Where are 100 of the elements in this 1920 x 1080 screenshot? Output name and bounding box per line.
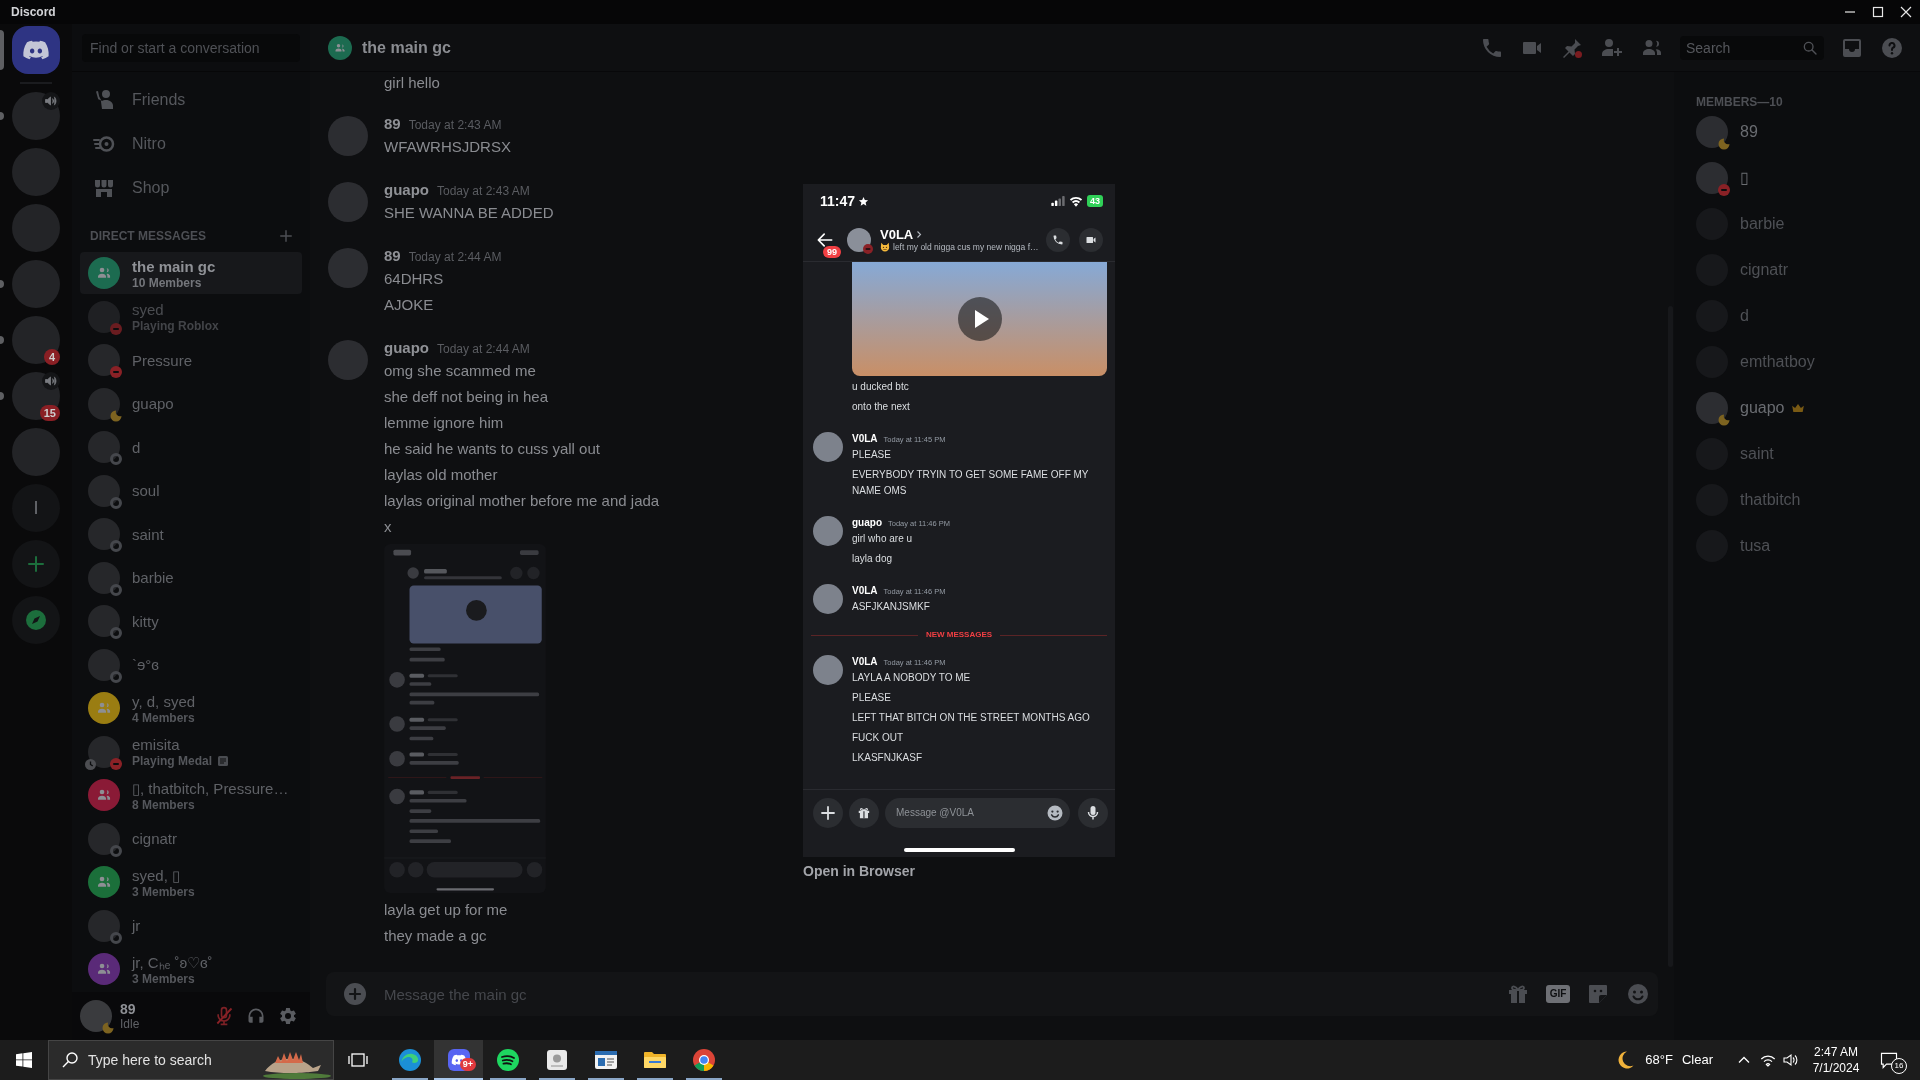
notification-count: 16: [1891, 1058, 1907, 1074]
close-icon[interactable]: [1900, 6, 1912, 18]
conversation-item[interactable]: `ɘ°ɞ: [80, 643, 302, 686]
search-field[interactable]: Search: [1680, 35, 1824, 60]
speaker-icon[interactable]: [1782, 1052, 1798, 1068]
conversation-item[interactable]: saint: [80, 513, 302, 555]
conversation-item[interactable]: the main gc 10 Members: [80, 252, 302, 294]
new-messages-label: NEW MESSAGES: [924, 629, 994, 641]
member-name: ▯: [1740, 168, 1749, 188]
conversation-item[interactable]: guapo: [80, 382, 302, 425]
home-button[interactable]: [12, 26, 60, 74]
explore-button[interactable]: [12, 596, 60, 644]
message-text: LKASFNJKASF: [852, 751, 924, 765]
conversation-item[interactable]: syed, ▯ 3 Members: [80, 861, 302, 903]
message-text: ASFJKANJSMKF: [852, 600, 931, 614]
conversation-item[interactable]: cignatr: [80, 817, 302, 860]
member-item[interactable]: ▯: [1696, 156, 1912, 200]
taskbar-app-button[interactable]: 9+: [434, 1040, 483, 1080]
settings-icon[interactable]: [278, 1006, 298, 1026]
message-text: EVERYBODY TRYIN TO GET SOME FAME OFF MY NAME OMS: [852, 468, 1090, 498]
avatar: [88, 300, 120, 333]
message-text: she deff not being in hea: [384, 387, 550, 407]
message-text: FUCK OUT: [852, 731, 905, 745]
server-button[interactable]: l: [12, 484, 60, 532]
play-icon[interactable]: [957, 297, 1002, 341]
member-item[interactable]: d: [1696, 294, 1912, 338]
conversation-item[interactable]: soul: [80, 469, 302, 512]
message-text: he said he wants to cuss yall out: [384, 439, 601, 459]
message-field[interactable]: Message @V0LA: [885, 797, 1070, 828]
message-text: layla get up for me: [384, 900, 509, 920]
message-text: PLEASE: [852, 448, 892, 462]
member-name: d: [1740, 306, 1749, 326]
microphone-icon[interactable]: [1078, 797, 1108, 828]
conversation-name: jr, Cₕₑ ˚ʚ♡ɞ˚: [132, 952, 213, 972]
task-view-icon: [348, 1052, 368, 1068]
phone-icon[interactable]: [1046, 227, 1070, 252]
add-server-button[interactable]: [12, 540, 60, 588]
message-text: laylas original mother before me and jada: [384, 491, 660, 511]
timestamp: Today at 2:44 AM: [437, 341, 530, 358]
search-icon: [1802, 39, 1818, 56]
message-text: onto the next: [852, 400, 911, 414]
conversation-item[interactable]: d: [80, 426, 302, 468]
open-in-browser-link[interactable]: Open in Browser: [803, 863, 916, 879]
nav-item[interactable]: Friends: [80, 78, 302, 122]
message-text: u ducked btc: [852, 380, 910, 394]
member-name: guapo: [1740, 398, 1785, 418]
star-icon: [858, 195, 870, 207]
cat-face-emoji-icon: [880, 242, 890, 252]
avatar: [88, 822, 120, 855]
member-item[interactable]: emthatboy: [1696, 340, 1912, 384]
headphones-icon[interactable]: [246, 1006, 266, 1026]
conversation-item[interactable]: jr, Cₕₑ ˚ʚ♡ɞ˚ 3 Members: [80, 948, 302, 990]
channel-title: the main gc: [362, 37, 451, 58]
member-item[interactable]: cignatr: [1696, 248, 1912, 292]
taskbar-search-field[interactable]: Type here to search: [48, 1040, 334, 1080]
clock-date: 7/1/2024: [1812, 1060, 1860, 1076]
conversation-name: y, d, syed: [132, 691, 196, 711]
nav-item[interactable]: Nitro: [80, 122, 302, 166]
search-field[interactable]: Find or start a conversation: [82, 33, 300, 62]
member-name: 89: [1740, 122, 1758, 142]
member-item[interactable]: 89: [1696, 110, 1912, 154]
gift-icon[interactable]: [849, 797, 879, 828]
conversation-name: `ɘ°ɞ: [132, 655, 159, 674]
timestamp: Today at 2:44 AM: [408, 249, 502, 266]
avatar: [328, 248, 368, 288]
contact-name: V0LA: [880, 226, 914, 242]
message-text: LEFT THAT BITCH ON THE STREET MONTHS AGO: [852, 711, 1091, 725]
conversation-item[interactable]: Pressure: [80, 339, 302, 381]
avatar: [88, 909, 120, 942]
emoji-icon[interactable]: [1046, 803, 1064, 822]
nav-item[interactable]: Shop: [80, 166, 302, 210]
conversation-item[interactable]: barbie: [80, 556, 302, 599]
app-tile-icon: [544, 1048, 569, 1072]
member-name: thatbitch: [1740, 490, 1801, 510]
conversation-item[interactable]: ▯, thatbitch, Pressure… 8 Members: [80, 774, 302, 816]
conversation-item[interactable]: jr: [80, 904, 302, 947]
member-item[interactable]: barbie: [1696, 202, 1912, 246]
author-name: 89: [384, 246, 401, 266]
plus-icon[interactable]: [813, 797, 843, 828]
clock-time: 2:47 AM: [1814, 1044, 1858, 1060]
conversation-item[interactable]: y, d, syed 4 Members: [80, 687, 302, 729]
conversation-item[interactable]: syed Playing Roblox: [80, 295, 302, 338]
section-heading: MEMBERS—10: [1696, 94, 1784, 110]
conversation-item[interactable]: emisita Playing Medal: [80, 730, 302, 773]
author-name: guapo: [384, 180, 429, 200]
maximize-icon[interactable]: [1872, 6, 1884, 18]
member-item[interactable]: thatbitch: [1696, 478, 1912, 522]
compass-icon: [24, 608, 48, 632]
member-item[interactable]: tusa: [1696, 524, 1912, 568]
member-item[interactable]: saint: [1696, 432, 1912, 476]
conversation-name: guapo: [132, 394, 174, 413]
contact-status: left my old nigga cus my new nigga f…: [893, 241, 1039, 253]
message-text: laylas old mother: [384, 465, 499, 485]
gif-button[interactable]: GIF: [1546, 985, 1570, 1003]
weather-temperature: 68°F: [1645, 1051, 1673, 1070]
member-item[interactable]: guapo: [1696, 386, 1912, 430]
video-camera-icon[interactable]: [1079, 227, 1103, 252]
conversation-subtitle: Playing Medal: [132, 754, 213, 768]
avatar: [1696, 162, 1728, 194]
conversation-item[interactable]: kitty: [80, 600, 302, 642]
